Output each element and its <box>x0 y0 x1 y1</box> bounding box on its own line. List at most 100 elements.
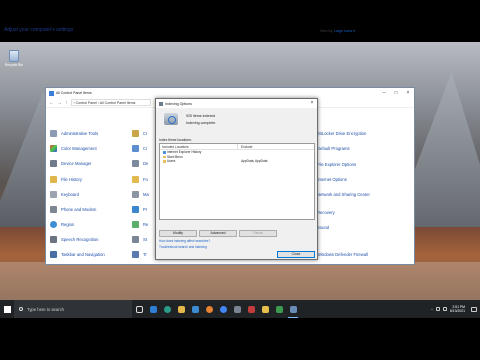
cp-item-mid-7[interactable]: Re <box>132 221 148 228</box>
taskbar-app-control-panel[interactable] <box>286 300 300 318</box>
cp-item-mid-4[interactable]: Fo <box>132 176 148 183</box>
microphone-icon <box>50 236 57 243</box>
phone-icon <box>50 206 57 213</box>
start-button[interactable] <box>0 300 14 318</box>
control-panel-icon <box>289 305 297 313</box>
taskbar-app-10[interactable] <box>272 300 286 318</box>
items-indexed-count: 925 items indexed <box>186 114 216 118</box>
indexing-help-link[interactable]: How does indexing affect searches? <box>159 239 210 243</box>
cp-item-label: File Explorer Options <box>317 162 357 167</box>
page-heading: Adjust your computer's settings <box>4 27 74 33</box>
cp-item-icon <box>132 176 139 183</box>
task-view-icon <box>135 305 143 313</box>
forward-arrow-icon[interactable]: → <box>57 100 62 106</box>
dialog-close-icon[interactable]: × <box>307 99 317 108</box>
windows-logo-icon <box>3 305 11 313</box>
address-bar[interactable]: › Control Panel › All Control Panel Item… <box>70 99 151 106</box>
col-exclude[interactable]: Exclude <box>238 144 252 149</box>
troubleshoot-link[interactable]: Troubleshoot search and indexing <box>159 245 207 249</box>
taskbar-app-1[interactable] <box>146 300 160 318</box>
taskbar-app-2[interactable] <box>160 300 174 318</box>
close-button[interactable]: × <box>402 88 414 98</box>
network-icon[interactable] <box>435 307 440 311</box>
cp-item-label: Cr <box>143 131 148 136</box>
clock[interactable]: 2:51 PM 8/13/2021 <box>450 305 465 314</box>
location-row[interactable]: Users AppData; AppData <box>160 159 314 164</box>
taskbar-app-3[interactable] <box>174 300 188 318</box>
taskbar-icon <box>50 251 57 258</box>
taskbar-app-7[interactable] <box>230 300 244 318</box>
globe-icon <box>50 221 57 228</box>
volume-icon[interactable] <box>442 307 447 311</box>
col-included[interactable]: Included Locations <box>160 144 238 149</box>
notifications-icon[interactable] <box>471 306 477 312</box>
credential-icon <box>132 130 139 137</box>
taskbar-app-5[interactable] <box>202 300 216 318</box>
modify-button[interactable]: Modify <box>159 230 197 237</box>
cp-item-label: File History <box>61 177 82 182</box>
up-arrow-icon[interactable]: ↑ <box>65 100 68 106</box>
cp-item-mid-1[interactable]: Cr <box>132 130 147 137</box>
cp-item-icon <box>132 191 139 198</box>
cp-item-icon <box>132 236 139 243</box>
cp-item-mid-5[interactable]: Ma <box>132 191 149 198</box>
chrome-icon <box>219 305 227 313</box>
cp-item-label: Taskbar and Navigation <box>61 252 105 257</box>
indexing-status: Indexing complete. <box>186 121 217 125</box>
cp-item-file-history[interactable]: File History <box>50 176 82 183</box>
cp-item-label: Speech Recognition <box>61 237 99 242</box>
taskbar-app-4[interactable] <box>188 300 202 318</box>
indexing-large-icon <box>164 113 178 125</box>
cp-item-mid-2[interactable]: Cr <box>132 145 147 152</box>
ie-history-icon <box>163 151 166 154</box>
cp-item-region[interactable]: Region <box>50 221 74 228</box>
control-panel-icon <box>49 90 54 96</box>
taskbar-search[interactable]: Type here to search <box>14 300 132 318</box>
taskbar-app-8[interactable] <box>244 300 258 318</box>
cp-item-device-manager[interactable]: Device Manager <box>50 160 92 167</box>
cp-item-label: Ma <box>143 192 149 197</box>
cp-item-mid-6[interactable]: Pr <box>132 206 147 213</box>
cp-item-keyboard[interactable]: Keyboard <box>50 191 79 198</box>
folder-icon <box>50 176 57 183</box>
cp-item-color-management[interactable]: Color Management <box>50 145 97 152</box>
view-by-label: View by: <box>320 29 334 33</box>
cp-item-taskbar-and-navigation[interactable]: Taskbar and Navigation <box>50 251 105 258</box>
cp-item-mid-9[interactable]: Tr <box>132 251 147 258</box>
cp-item-phone-and-modem[interactable]: Phone and Modem <box>50 206 96 213</box>
cp-item-label: Internet Options <box>317 177 347 182</box>
cp-item-speech-recognition[interactable]: Speech Recognition <box>50 236 98 243</box>
cp-item-label: Network and Sharing Center <box>317 192 370 197</box>
app-icon <box>233 305 241 313</box>
cp-item-mid-3[interactable]: De <box>132 160 148 167</box>
folder-icon <box>163 155 166 159</box>
cp-item-administrative-tools[interactable]: Administrative Tools <box>50 130 98 137</box>
close-dialog-button[interactable]: Close <box>277 251 315 258</box>
cp-item-icon <box>132 145 139 152</box>
location-name: Users <box>167 159 176 164</box>
cp-item-icon <box>132 221 139 228</box>
color-icon <box>50 145 57 152</box>
advanced-button[interactable]: Advanced <box>199 230 237 237</box>
maximize-button[interactable]: □ <box>390 88 402 98</box>
taskbar-app-9[interactable] <box>258 300 272 318</box>
view-by-dropdown[interactable]: Large icons ▾ <box>334 29 355 33</box>
back-arrow-icon[interactable]: ← <box>49 100 54 106</box>
task-view-button[interactable] <box>132 300 146 318</box>
keyboard-icon <box>50 191 57 198</box>
indexing-options-dialog: Indexing Options × 925 items indexed Ind… <box>155 98 318 260</box>
cp-item-label: Re <box>143 222 149 227</box>
cp-item-label: Windows Defender Firewall <box>317 252 368 257</box>
cp-item-mid-8[interactable]: St <box>132 236 147 243</box>
dialog-titlebar: Indexing Options × <box>156 99 317 108</box>
chevron-up-icon[interactable]: ^ <box>431 307 433 312</box>
cp-item-label: Color Management <box>61 146 97 151</box>
pause-button[interactable]: Pause <box>239 230 277 237</box>
recycle-bin-shortcut[interactable]: Recycle Bin <box>2 50 26 67</box>
device-manager-icon <box>50 160 57 167</box>
locations-list[interactable]: Included Locations Exclude Internet Expl… <box>159 143 315 220</box>
cp-item-label: Administrative Tools <box>61 131 99 136</box>
minimize-button[interactable]: – <box>378 88 390 98</box>
firefox-icon <box>205 305 213 313</box>
taskbar-app-6[interactable] <box>216 300 230 318</box>
